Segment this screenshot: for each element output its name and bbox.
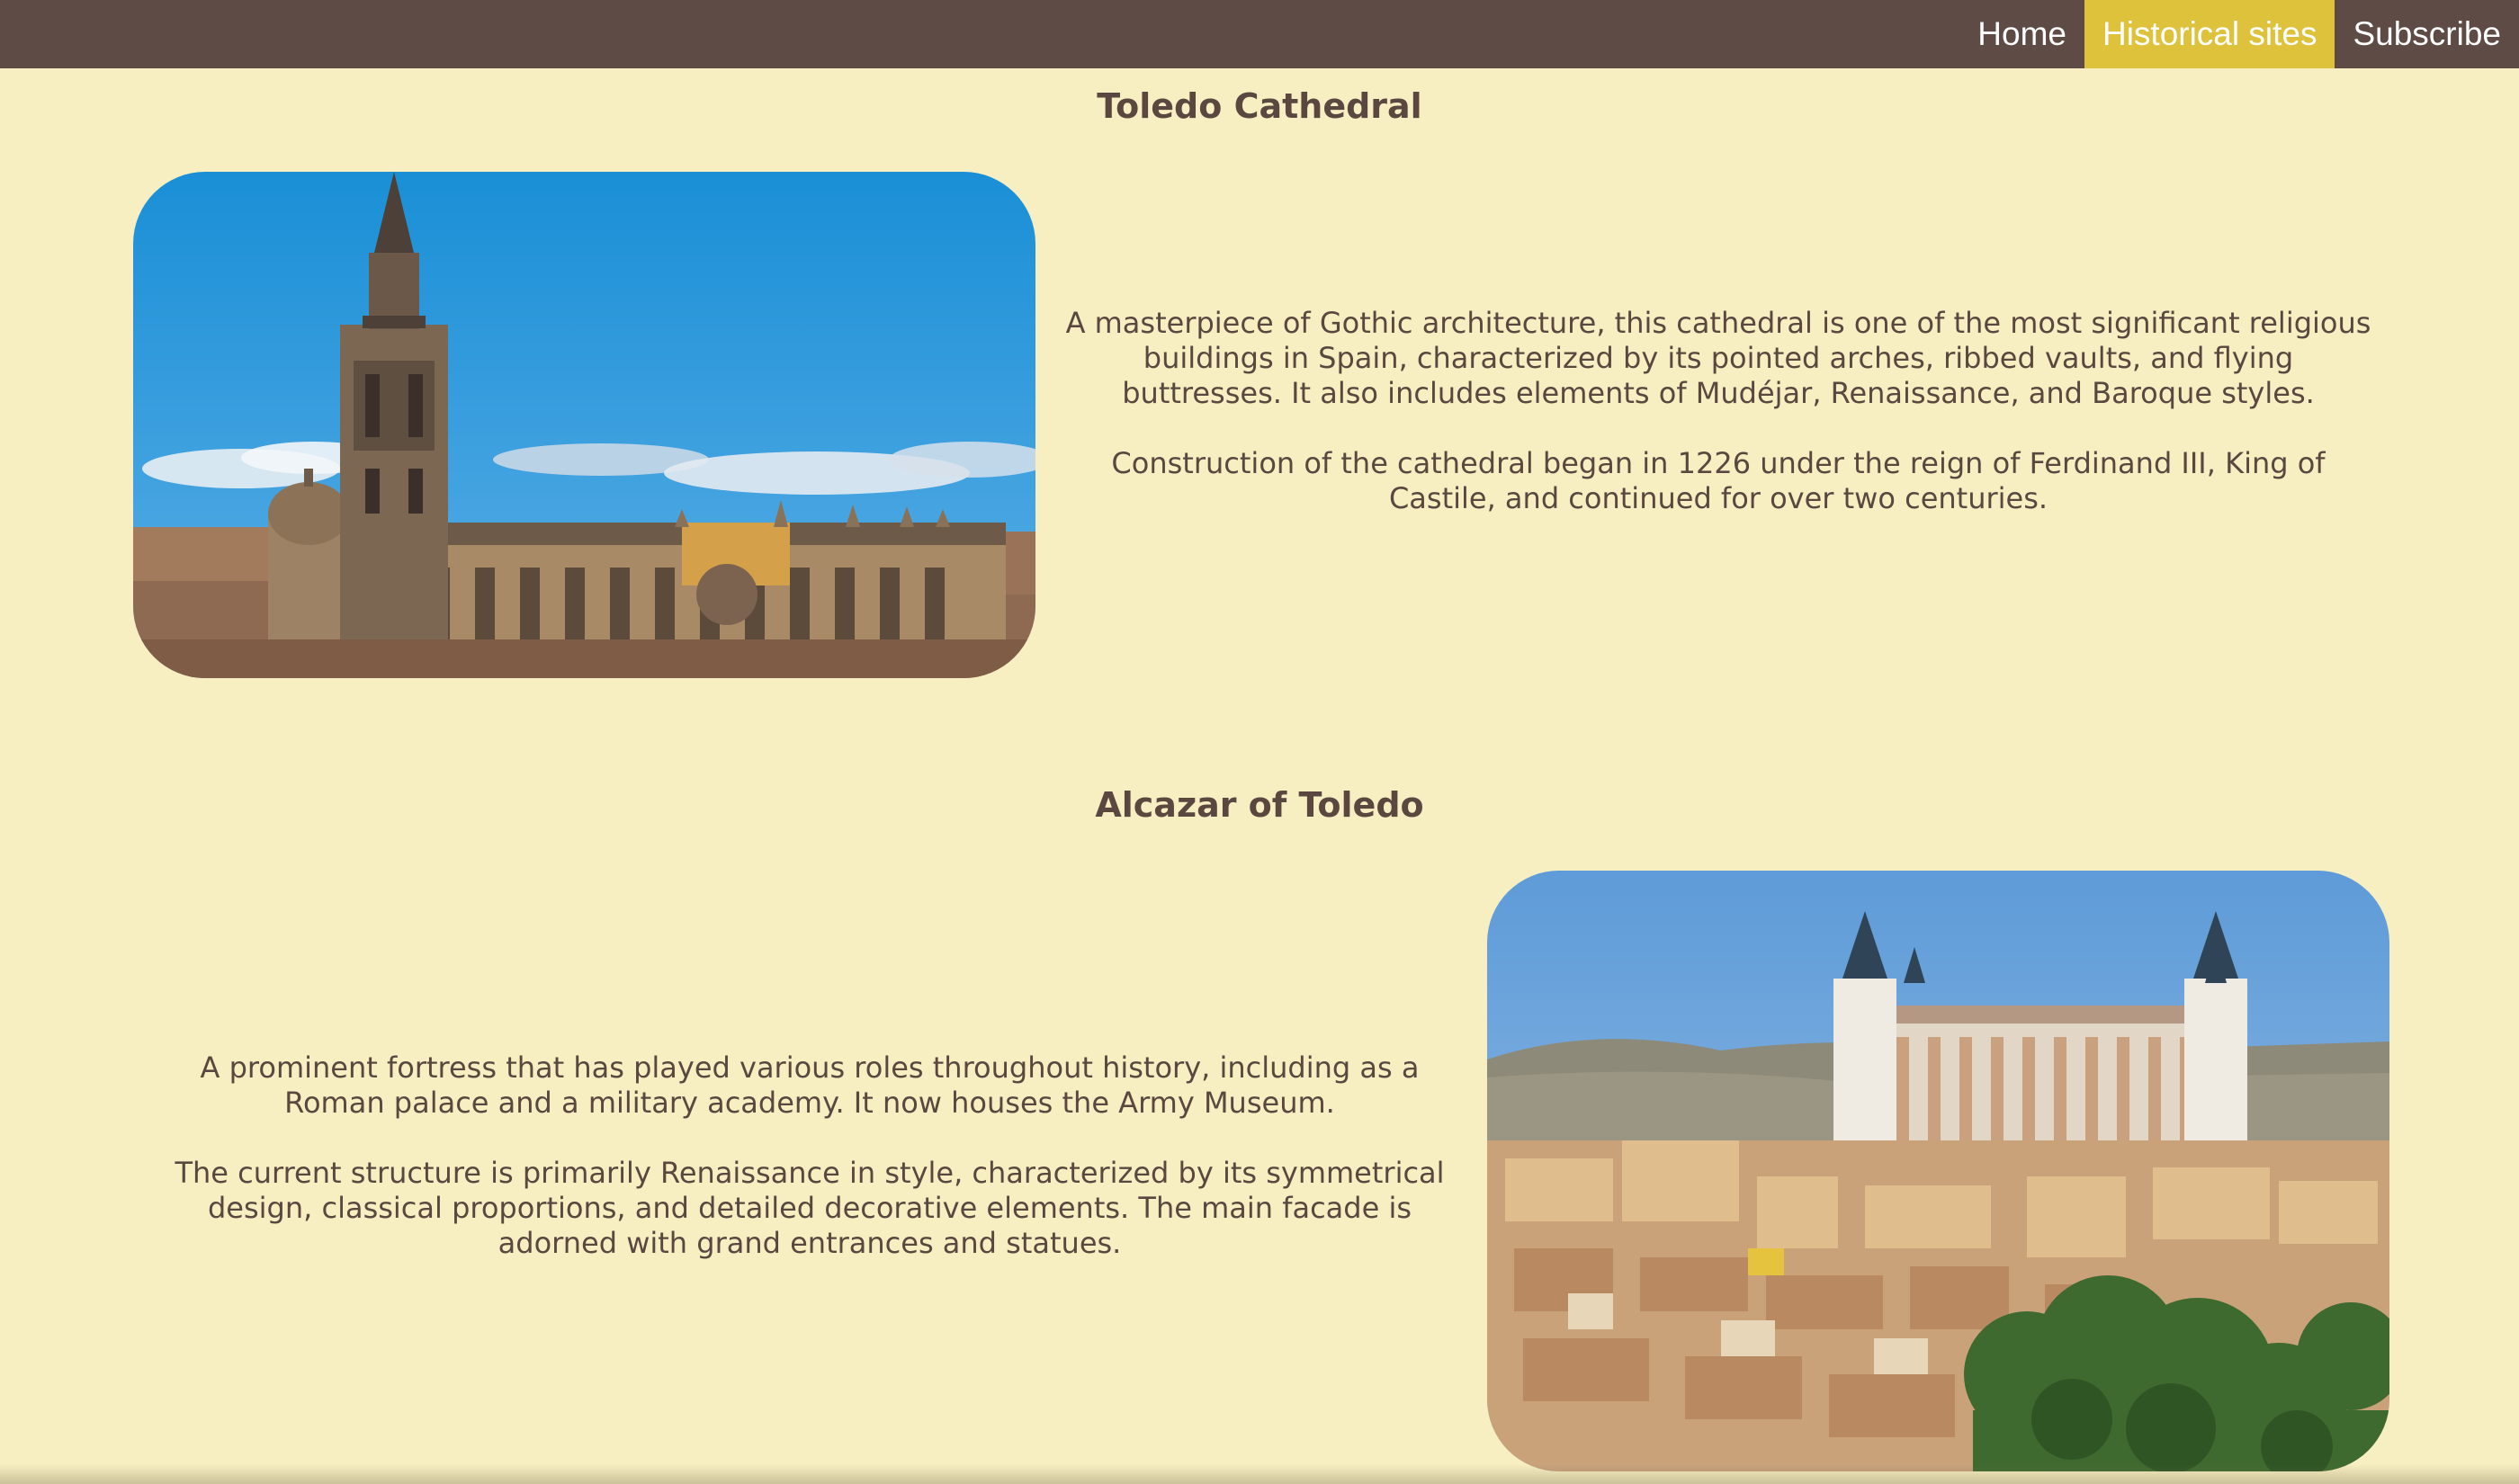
cathedral-paragraph-1: A masterpiece of Gothic architecture, th…: [1065, 306, 2371, 410]
page-bottom-shadow: [0, 1464, 2519, 1484]
nav-menu: Home Historical sites Subscribe: [1959, 0, 2519, 68]
alcazar-description: A prominent fortress that has played var…: [162, 1050, 1457, 1261]
top-navbar: Home Historical sites Subscribe: [0, 0, 2519, 68]
section-title-alcazar-of-toledo: Alcazar of Toledo: [1095, 785, 1424, 825]
toledo-cathedral-photo: [133, 172, 1035, 678]
alcazar-paragraph-2: The current structure is primarily Renai…: [175, 1156, 1445, 1260]
nav-subscribe-link[interactable]: Subscribe: [2335, 0, 2519, 68]
nav-home-link[interactable]: Home: [1959, 0, 2084, 68]
toledo-cathedral-description: A masterpiece of Gothic architecture, th…: [1062, 306, 2375, 516]
nav-historical-sites-link[interactable]: Historical sites: [2084, 0, 2335, 68]
section-title-toledo-cathedral: Toledo Cathedral: [1097, 86, 1422, 126]
cathedral-paragraph-2: Construction of the cathedral began in 1…: [1111, 446, 2326, 515]
alcazar-illustration: [1487, 871, 2389, 1471]
alcazar-of-toledo-photo: [1487, 871, 2389, 1471]
cathedral-illustration: [133, 172, 1035, 678]
alcazar-paragraph-1: A prominent fortress that has played var…: [200, 1050, 1420, 1120]
